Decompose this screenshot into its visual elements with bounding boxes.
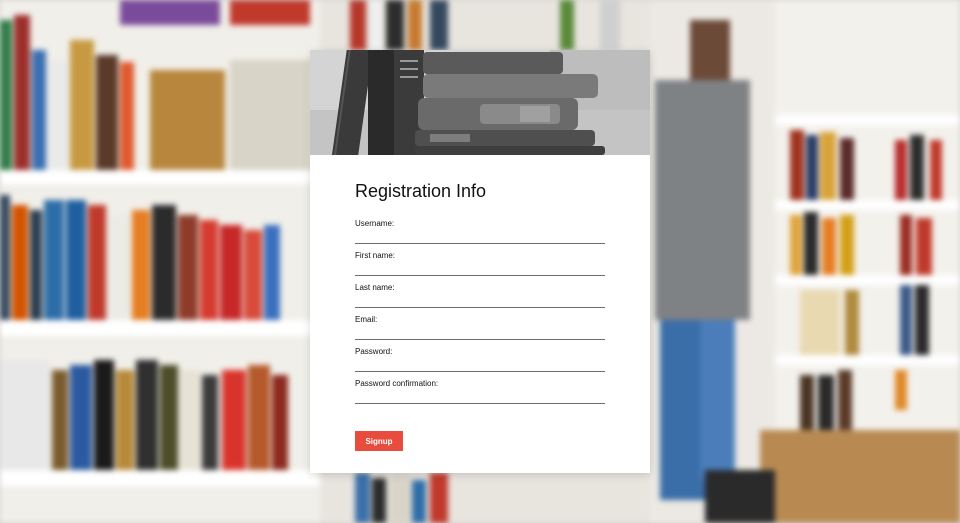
password-input[interactable]	[355, 359, 605, 372]
last-name-field-group: Last name:	[355, 283, 605, 315]
books-banner-image	[310, 50, 650, 155]
password-confirmation-field-group: Password confirmation:	[355, 379, 605, 411]
registration-form: Registration Info Username: First name: …	[310, 155, 650, 451]
registration-card: Registration Info Username: First name: …	[310, 50, 650, 473]
email-field-group: Email:	[355, 315, 605, 347]
signup-button[interactable]: Signup	[355, 431, 403, 451]
email-input[interactable]	[355, 327, 605, 340]
last-name-input[interactable]	[355, 295, 605, 308]
username-input[interactable]	[355, 231, 605, 244]
form-title: Registration Info	[355, 181, 487, 201]
password-confirmation-input[interactable]	[355, 391, 605, 404]
password-field-group: Password:	[355, 347, 605, 379]
first-name-label: First name:	[355, 251, 396, 260]
password-confirmation-label: Password confirmation:	[355, 379, 439, 388]
first-name-field-group: First name:	[355, 251, 605, 283]
first-name-input[interactable]	[355, 263, 605, 276]
email-label: Email:	[355, 315, 378, 324]
last-name-label: Last name:	[355, 283, 395, 292]
username-field-group: Username:	[355, 219, 605, 251]
username-label: Username:	[355, 219, 395, 228]
password-label: Password:	[355, 347, 393, 356]
